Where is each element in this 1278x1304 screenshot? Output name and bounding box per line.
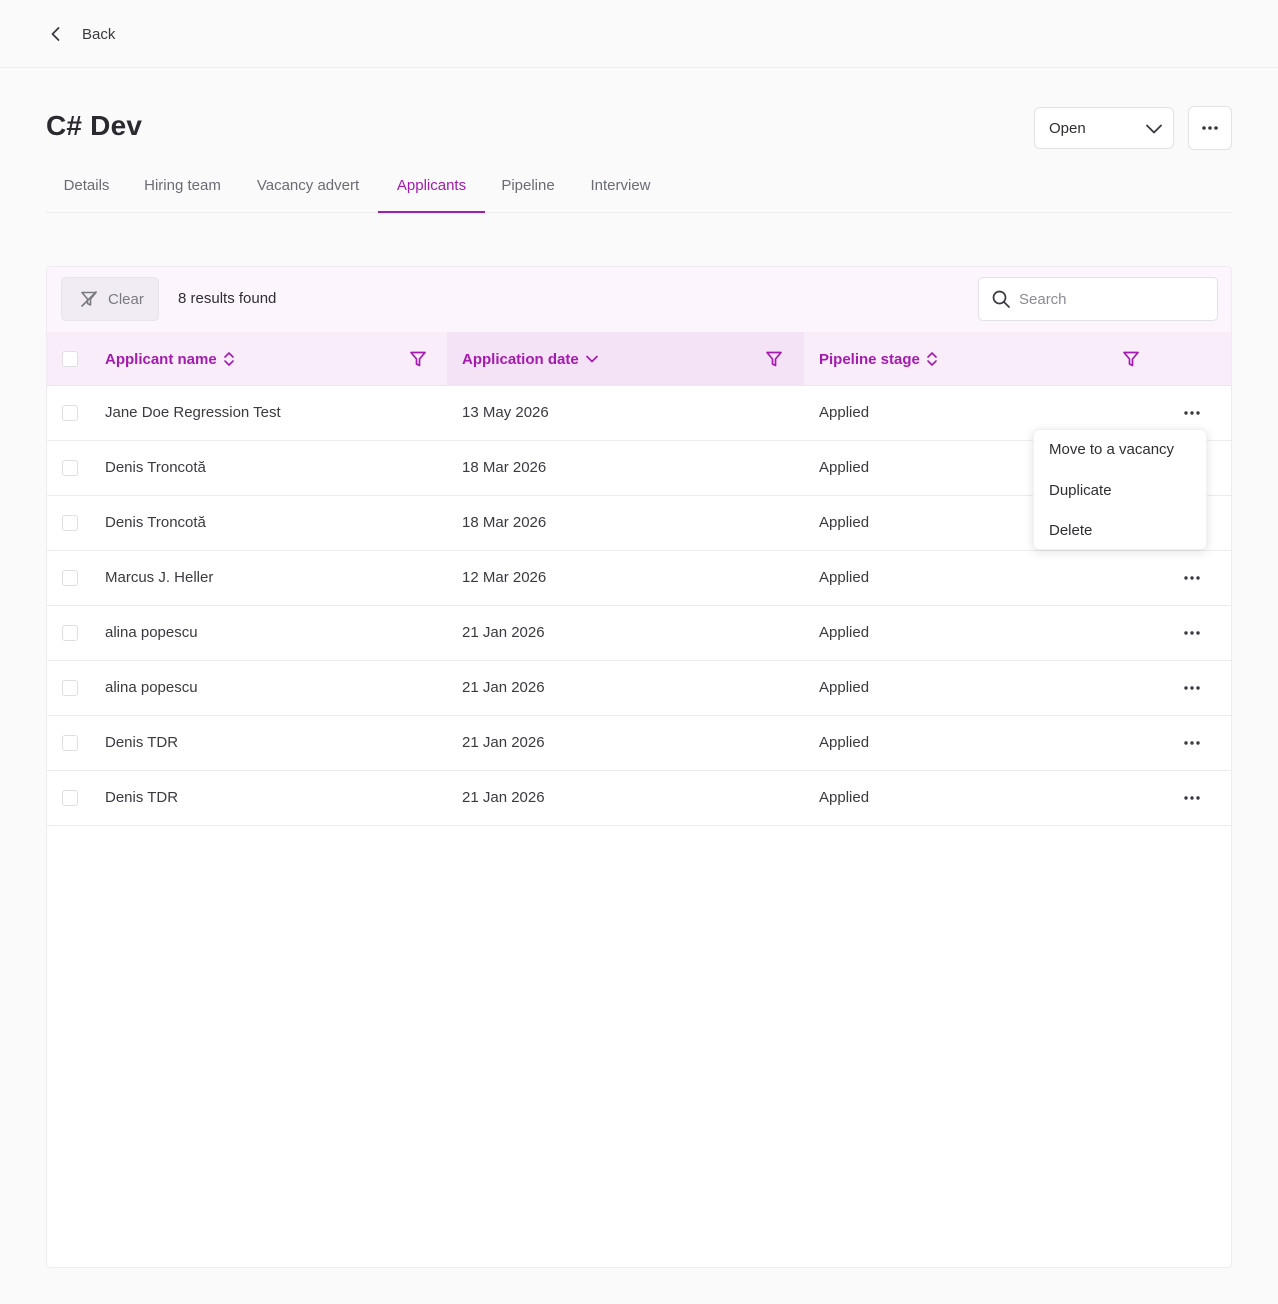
- search-input[interactable]: [1019, 290, 1199, 308]
- table-row[interactable]: Denis TDR 21 Jan 2026 Applied: [47, 716, 1231, 771]
- clear-filters-button[interactable]: Clear: [61, 277, 159, 321]
- more-horizontal-icon: [1184, 796, 1200, 800]
- table-header: Applicant name Application date Pipeline…: [47, 332, 1231, 386]
- menu-item-delete[interactable]: Delete: [1034, 511, 1208, 551]
- table-row[interactable]: alina popescu 21 Jan 2026 Applied: [47, 606, 1231, 661]
- tab-pipeline[interactable]: Pipeline: [485, 160, 571, 213]
- row-checkbox[interactable]: [62, 790, 78, 806]
- sort-application-date[interactable]: Application date: [462, 351, 599, 368]
- table-row[interactable]: Denis TDR 21 Jan 2026 Applied: [47, 771, 1231, 826]
- more-horizontal-icon: [1184, 631, 1200, 635]
- applicant-name: Jane Doe Regression Test: [105, 404, 281, 421]
- page-title: C# Dev: [46, 110, 143, 141]
- row-more-button[interactable]: [1181, 623, 1203, 643]
- sort-applicant-name[interactable]: Applicant name: [105, 350, 235, 368]
- filter-off-icon: [81, 291, 97, 307]
- pipeline-stage: Applied: [819, 679, 870, 696]
- application-date: 18 Mar 2026: [462, 459, 547, 476]
- sort-icon: [223, 352, 234, 366]
- application-date: 21 Jan 2026: [462, 679, 545, 696]
- menu-item-move-to-vacancy[interactable]: Move to a vacancy: [1034, 430, 1208, 470]
- application-date: 21 Jan 2026: [462, 734, 545, 751]
- results-count: 8 results found: [178, 290, 277, 307]
- tab-hiring-team[interactable]: Hiring team: [127, 160, 238, 213]
- column-label: Applicant name: [105, 350, 217, 368]
- row-checkbox[interactable]: [62, 515, 78, 531]
- sort-icon: [927, 352, 937, 366]
- row-checkbox[interactable]: [62, 680, 78, 696]
- search-icon: [992, 290, 1010, 308]
- applicant-name: Denis TDR: [105, 734, 179, 751]
- tab-interview[interactable]: Interview: [571, 160, 670, 213]
- row-more-button[interactable]: [1181, 678, 1203, 698]
- column-label: Application date: [462, 350, 579, 368]
- more-horizontal-icon: [1202, 126, 1218, 130]
- sort-pipeline-stage[interactable]: Pipeline stage: [819, 350, 938, 368]
- row-checkbox[interactable]: [62, 570, 78, 586]
- row-checkbox[interactable]: [62, 460, 78, 476]
- filter-icon[interactable]: [409, 350, 427, 368]
- tab-vacancy-advert[interactable]: Vacancy advert: [238, 160, 378, 213]
- row-more-button[interactable]: [1181, 733, 1203, 753]
- tab-details[interactable]: Details: [46, 160, 127, 213]
- row-more-button[interactable]: [1181, 403, 1203, 423]
- filter-bar: Clear 8 results found: [47, 267, 1231, 332]
- tab-bar: Details Hiring team Vacancy advert Appli…: [46, 160, 1232, 213]
- more-horizontal-icon: [1184, 576, 1200, 580]
- menu-item-duplicate[interactable]: Duplicate: [1034, 471, 1208, 511]
- row-context-menu: Move to a vacancy Duplicate Delete: [1033, 429, 1207, 550]
- search-box: [978, 277, 1218, 321]
- column-label: Pipeline stage: [819, 350, 920, 368]
- table-row[interactable]: alina popescu 21 Jan 2026 Applied: [47, 661, 1231, 716]
- more-horizontal-icon: [1184, 686, 1200, 690]
- status-select[interactable]: Open: [1034, 107, 1174, 149]
- chevron-down-icon: [1146, 124, 1162, 134]
- application-date: 18 Mar 2026: [462, 514, 547, 531]
- status-value: Open: [1049, 119, 1086, 137]
- applicant-name: alina popescu: [105, 624, 198, 641]
- column-applicant-name: Applicant name: [105, 332, 447, 386]
- back-button[interactable]: Back: [46, 22, 115, 46]
- application-date: 13 May 2026: [462, 404, 549, 421]
- application-date: 21 Jan 2026: [462, 789, 545, 806]
- application-date: 12 Mar 2026: [462, 569, 547, 586]
- chevron-down-icon: [585, 355, 598, 363]
- top-bar: Back: [0, 0, 1278, 68]
- application-date: 21 Jan 2026: [462, 624, 545, 641]
- back-label: Back: [82, 25, 116, 43]
- applicant-name: Denis TDR: [105, 789, 179, 806]
- filter-icon[interactable]: [765, 350, 783, 368]
- table-row[interactable]: Marcus J. Heller 12 Mar 2026 Applied: [47, 551, 1231, 606]
- chevron-left-icon: [51, 27, 60, 41]
- filter-icon[interactable]: [1122, 350, 1140, 368]
- applicant-name: alina popescu: [105, 679, 198, 696]
- pipeline-stage: Applied: [819, 624, 870, 641]
- more-horizontal-icon: [1184, 741, 1200, 745]
- clear-label: Clear: [108, 290, 144, 308]
- row-checkbox[interactable]: [62, 735, 78, 751]
- row-checkbox[interactable]: [62, 405, 78, 421]
- applicant-name: Denis Troncotă: [105, 514, 206, 531]
- row-more-button[interactable]: [1181, 788, 1203, 808]
- tab-applicants[interactable]: Applicants: [378, 160, 485, 213]
- column-application-date: Application date: [447, 332, 804, 386]
- vacancy-more-button[interactable]: [1188, 106, 1232, 150]
- pipeline-stage: Applied: [819, 569, 870, 586]
- pipeline-stage: Applied: [819, 404, 870, 421]
- more-horizontal-icon: [1184, 411, 1200, 415]
- pipeline-stage: Applied: [819, 514, 870, 531]
- row-more-button[interactable]: [1181, 568, 1203, 588]
- applicant-name: Marcus J. Heller: [105, 569, 214, 586]
- column-pipeline-stage: Pipeline stage: [819, 332, 1231, 386]
- pipeline-stage: Applied: [819, 459, 870, 476]
- pipeline-stage: Applied: [819, 734, 870, 751]
- applicants-card: Clear 8 results found Applicant name App…: [46, 266, 1232, 1268]
- pipeline-stage: Applied: [819, 789, 870, 806]
- row-checkbox[interactable]: [62, 625, 78, 641]
- select-all-checkbox[interactable]: [62, 351, 78, 367]
- applicant-name: Denis Troncotă: [105, 459, 206, 476]
